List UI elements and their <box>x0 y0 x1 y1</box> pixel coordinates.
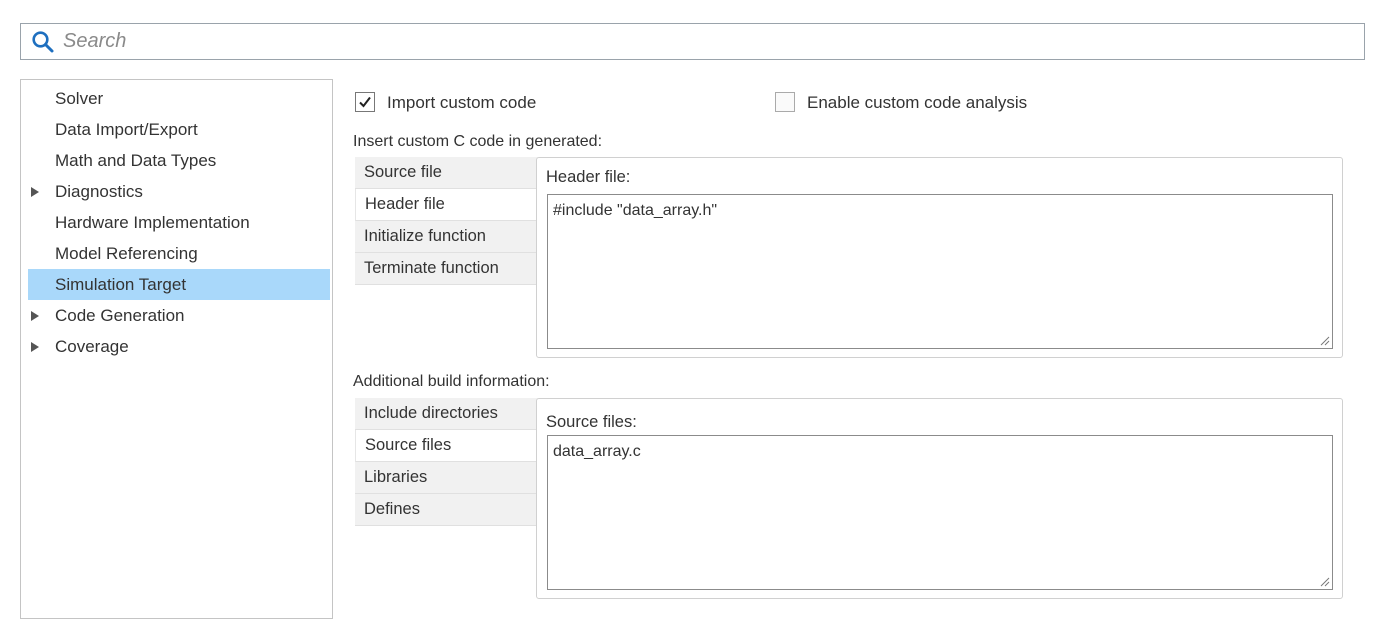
nav-item-model-referencing[interactable]: Model Referencing <box>28 238 330 269</box>
nav-item-hardware-implementation[interactable]: Hardware Implementation <box>28 207 330 238</box>
header-file-panel: Header file: #include "data_array.h" <box>536 157 1343 358</box>
editor-text: data_array.c <box>553 443 641 460</box>
tab-terminate-function[interactable]: Terminate function <box>355 253 538 285</box>
header-file-editor[interactable]: #include "data_array.h" <box>547 194 1333 349</box>
nav-item-coverage[interactable]: Coverage <box>28 331 330 362</box>
nav-item-code-generation[interactable]: Code Generation <box>28 300 330 331</box>
nav-item-label: Diagnostics <box>55 182 143 201</box>
tab-source-file[interactable]: Source file <box>355 157 538 189</box>
source-files-editor[interactable]: data_array.c <box>547 435 1333 590</box>
tab-include-directories[interactable]: Include directories <box>355 398 538 430</box>
resize-grip-icon[interactable] <box>1320 577 1330 587</box>
panel-title: Header file: <box>546 168 631 186</box>
nav-item-label: Coverage <box>55 337 129 356</box>
import-custom-code-label: Import custom code <box>387 93 537 112</box>
checkmark-icon <box>359 96 371 108</box>
nav-item-label: Data Import/Export <box>55 120 198 139</box>
expand-arrow-icon[interactable] <box>31 342 39 352</box>
resize-grip-icon[interactable] <box>1320 336 1330 346</box>
nav-item-label: Simulation Target <box>55 275 187 294</box>
search-bar <box>20 23 1365 60</box>
build-info-section-label: Additional build information: <box>353 373 550 390</box>
enable-analysis-checkbox[interactable] <box>775 92 795 112</box>
nav-item-label: Solver <box>55 89 104 108</box>
nav-item-solver[interactable]: Solver <box>28 83 330 114</box>
tab-libraries[interactable]: Libraries <box>355 462 538 494</box>
nav-item-label: Model Referencing <box>55 244 198 263</box>
nav-item-data-import-export[interactable]: Data Import/Export <box>28 114 330 145</box>
tab-initialize-function[interactable]: Initialize function <box>355 221 538 253</box>
panel-title: Source files: <box>546 413 637 431</box>
tab-header-file[interactable]: Header file <box>355 189 538 221</box>
tab-source-files[interactable]: Source files <box>355 430 538 462</box>
source-files-panel: Source files: data_array.c <box>536 398 1343 599</box>
nav-item-label: Hardware Implementation <box>55 213 250 232</box>
enable-analysis-label: Enable custom code analysis <box>807 93 1028 112</box>
search-icon[interactable] <box>31 30 55 54</box>
category-tree: Solver Data Import/Export Math and Data … <box>20 79 333 619</box>
nav-item-label: Math and Data Types <box>55 151 217 170</box>
import-custom-code-checkbox[interactable] <box>355 92 375 112</box>
nav-item-diagnostics[interactable]: Diagnostics <box>28 176 330 207</box>
editor-text: #include "data_array.h" <box>553 202 718 219</box>
nav-item-math-data-types[interactable]: Math and Data Types <box>28 145 330 176</box>
tab-defines[interactable]: Defines <box>355 494 538 526</box>
search-input[interactable] <box>63 26 1343 56</box>
custom-code-section-label: Insert custom C code in generated: <box>353 133 603 150</box>
nav-item-simulation-target[interactable]: Simulation Target <box>28 269 330 300</box>
expand-arrow-icon[interactable] <box>31 187 39 197</box>
nav-item-label: Code Generation <box>55 306 185 325</box>
expand-arrow-icon[interactable] <box>31 311 39 321</box>
